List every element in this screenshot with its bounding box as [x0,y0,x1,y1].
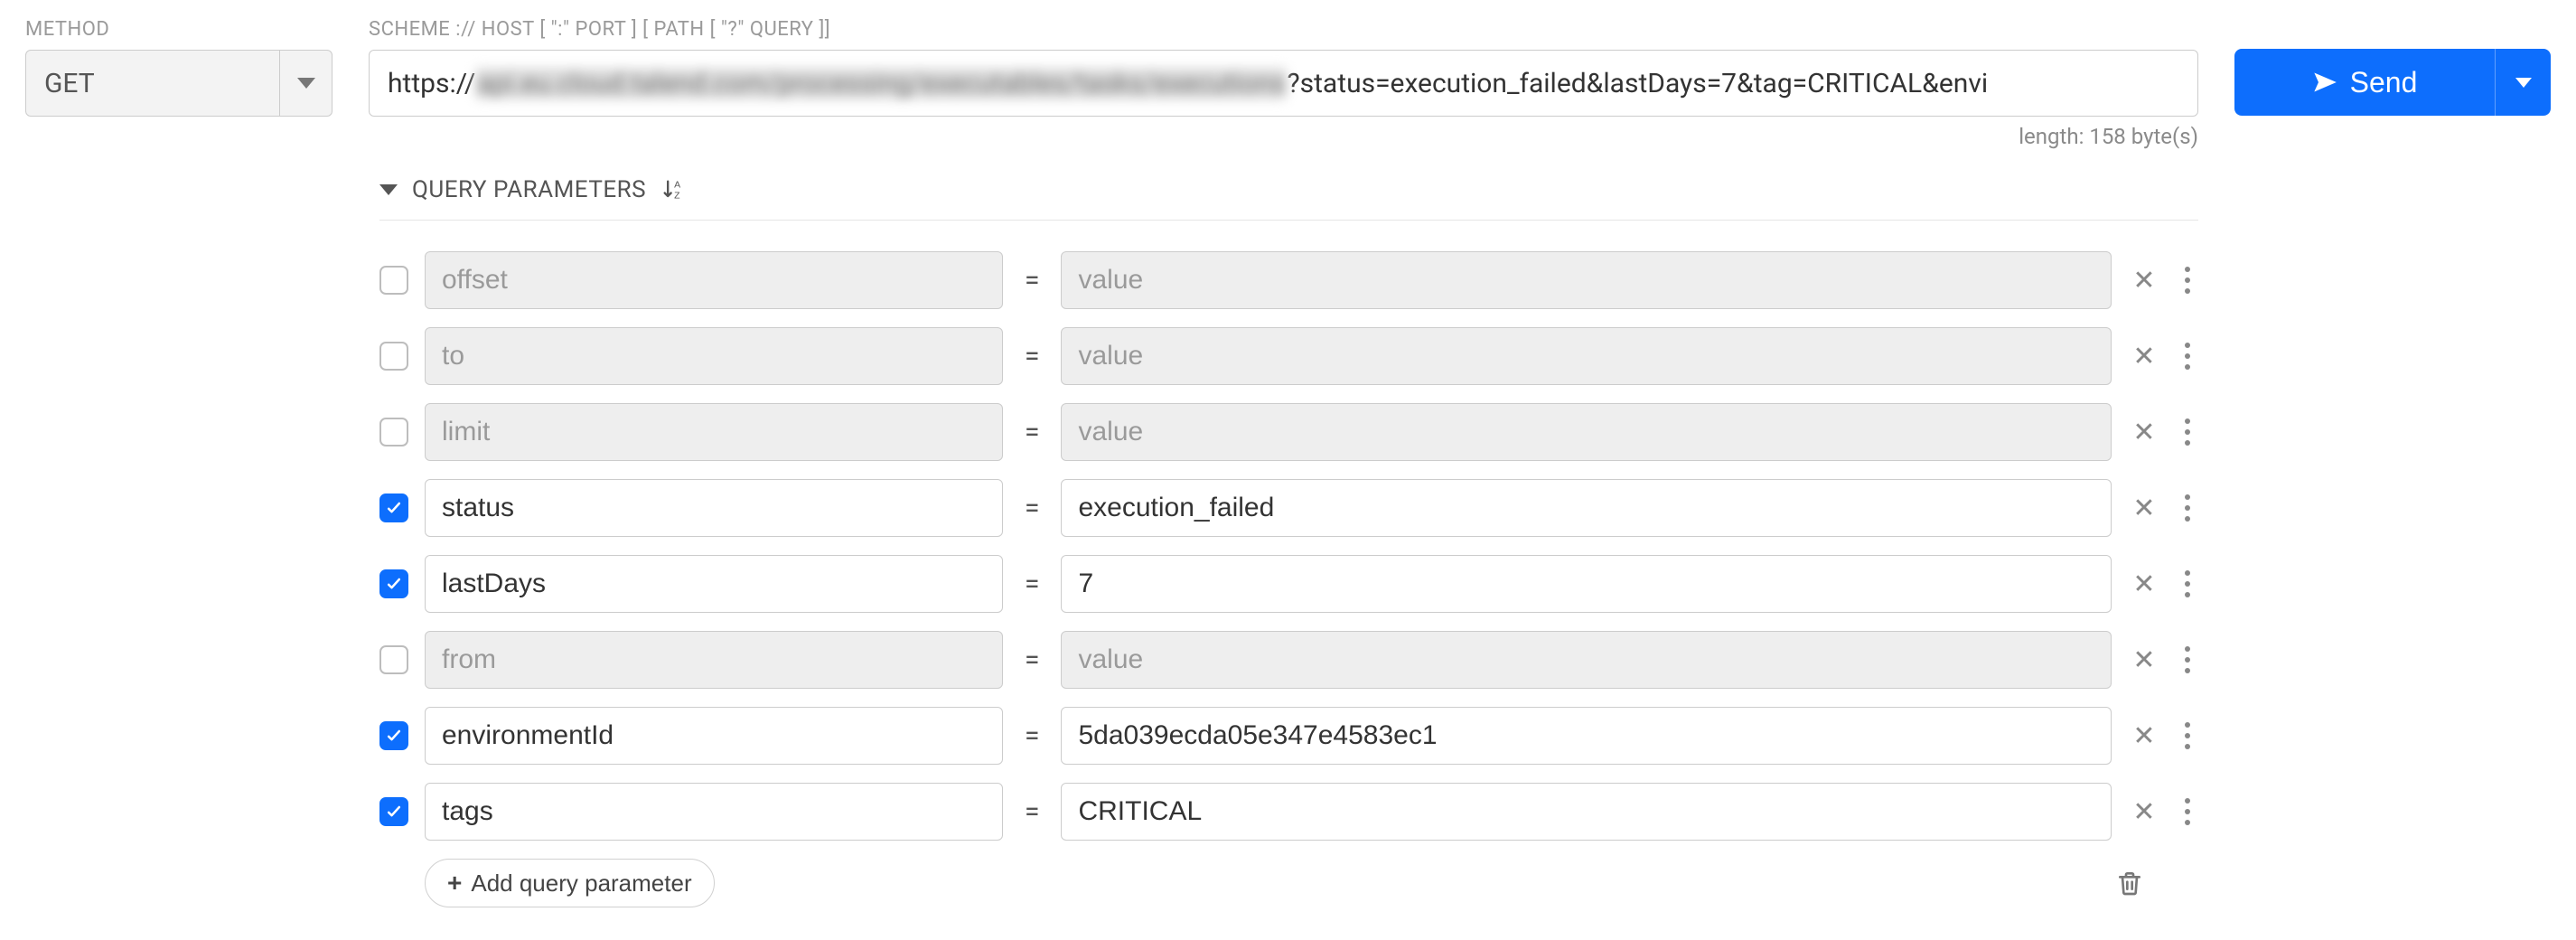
url-blurred-host: api.eu.cloud.talend.com/processing/execu… [475,68,1287,99]
param-name-input[interactable] [425,327,1003,385]
remove-param-button[interactable]: ✕ [2128,340,2160,372]
param-enabled-checkbox[interactable] [379,645,408,674]
param-more-menu[interactable] [2177,570,2198,597]
param-name-input[interactable] [425,479,1003,537]
param-enabled-checkbox[interactable] [379,721,408,750]
url-text: https://api.eu.cloud.talend.com/processi… [388,68,1988,99]
param-name-input[interactable] [425,251,1003,309]
param-row: =✕ [379,783,2198,841]
param-row: =✕ [379,707,2198,765]
param-value-input[interactable] [1061,327,2112,385]
param-more-menu[interactable] [2177,494,2198,522]
param-more-menu[interactable] [2177,418,2198,446]
equals-sign: = [1025,265,1039,296]
add-query-param-label: Add query parameter [471,870,691,898]
param-more-menu[interactable] [2177,722,2198,749]
param-row: =✕ [379,631,2198,689]
param-more-menu[interactable] [2177,343,2198,370]
equals-sign: = [1025,417,1039,448]
param-enabled-checkbox[interactable] [379,342,408,371]
remove-param-button[interactable]: ✕ [2128,644,2160,676]
param-more-menu[interactable] [2177,646,2198,673]
param-value-input[interactable] [1061,783,2112,841]
param-value-input[interactable] [1061,251,2112,309]
param-name-input[interactable] [425,631,1003,689]
param-more-menu[interactable] [2177,798,2198,825]
param-enabled-checkbox[interactable] [379,569,408,598]
method-chevron[interactable] [279,51,332,116]
param-more-menu[interactable] [2177,267,2198,294]
equals-sign: = [1025,720,1039,752]
equals-sign: = [1025,644,1039,676]
param-name-input[interactable] [425,783,1003,841]
query-params-header[interactable]: QUERY PARAMETERS A Z [379,167,2198,221]
param-row: =✕ [379,479,2198,537]
equals-sign: = [1025,493,1039,524]
remove-param-button[interactable]: ✕ [2128,795,2160,828]
remove-param-button[interactable]: ✕ [2128,416,2160,448]
plus-icon: + [447,869,462,898]
param-row: =✕ [379,327,2198,385]
method-select[interactable]: GET [25,50,333,117]
url-prefix: https:// [388,68,475,99]
param-name-input[interactable] [425,555,1003,613]
svg-text:A: A [674,180,680,191]
sort-az-icon[interactable]: A Z [660,177,686,202]
param-enabled-checkbox[interactable] [379,494,408,522]
param-name-input[interactable] [425,403,1003,461]
url-length-note: length: 158 byte(s) [369,124,2198,149]
param-value-input[interactable] [1061,403,2112,461]
param-enabled-checkbox[interactable] [379,266,408,295]
remove-param-button[interactable]: ✕ [2128,492,2160,524]
chevron-down-icon [2515,78,2532,88]
equals-sign: = [1025,569,1039,600]
url-label: SCHEME :// HOST [ ":" PORT ] [ PATH [ "?… [369,18,2198,41]
send-dropdown[interactable] [2495,49,2551,116]
delete-all-params-button[interactable] [2115,869,2144,898]
param-enabled-checkbox[interactable] [379,418,408,446]
param-row: =✕ [379,403,2198,461]
method-value: GET [26,51,279,116]
method-label: METHOD [25,18,333,41]
remove-param-button[interactable]: ✕ [2128,568,2160,600]
param-row: =✕ [379,555,2198,613]
send-label: Send [2350,66,2418,99]
param-value-input[interactable] [1061,479,2112,537]
param-value-input[interactable] [1061,707,2112,765]
equals-sign: = [1025,341,1039,372]
remove-param-button[interactable]: ✕ [2128,719,2160,752]
send-button[interactable]: Send [2234,49,2495,116]
param-row: =✕ [379,251,2198,309]
url-suffix: ?status=execution_failed&lastDays=7&tag=… [1287,68,1988,99]
equals-sign: = [1025,796,1039,828]
remove-param-button[interactable]: ✕ [2128,264,2160,296]
add-query-param-button[interactable]: + Add query parameter [425,859,715,907]
chevron-down-icon [297,78,315,89]
svg-text:Z: Z [674,190,680,201]
param-value-input[interactable] [1061,555,2112,613]
param-enabled-checkbox[interactable] [379,797,408,826]
query-params-title: QUERY PARAMETERS [412,176,646,203]
collapse-icon [379,184,398,195]
paper-plane-icon [2312,70,2337,95]
url-input[interactable]: https://api.eu.cloud.talend.com/processi… [369,50,2198,117]
param-name-input[interactable] [425,707,1003,765]
param-value-input[interactable] [1061,631,2112,689]
